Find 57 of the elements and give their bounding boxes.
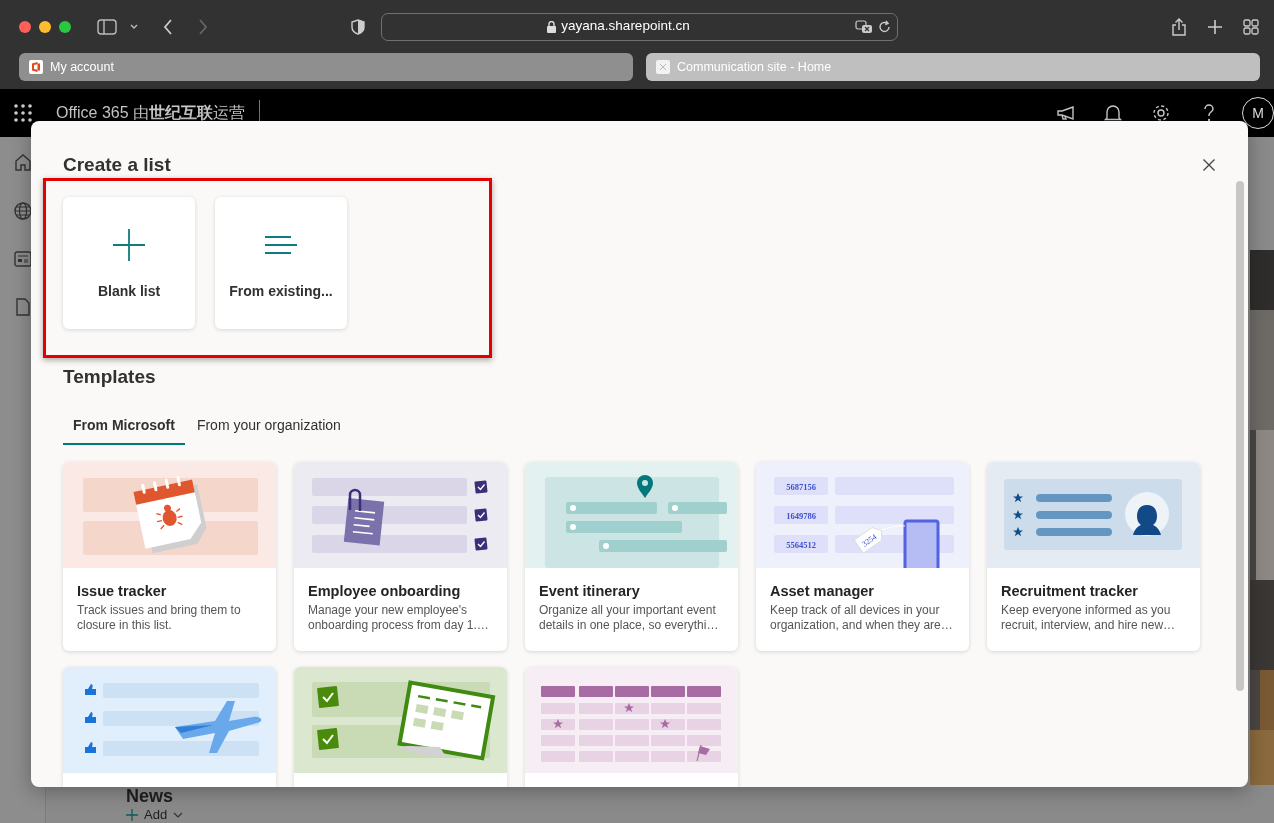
asset-number: 5564512 <box>786 540 816 550</box>
template-description: Track issues and bring them to closure in this list. <box>77 603 242 633</box>
add-button[interactable]: Add <box>126 806 1250 823</box>
chevron-down-icon <box>173 811 184 818</box>
template-title: Recruitment tracker <box>1001 582 1139 600</box>
template-title: Employee onboarding <box>308 582 462 600</box>
template-description: Organize all your important event details in one place, so everythi… <box>539 603 720 633</box>
template-card[interactable]: Employee onboarding Manage your new employee's onboarding process from day 1.… <box>294 462 507 651</box>
megaphone-icon[interactable] <box>1056 105 1076 121</box>
tag-number: 3254 <box>860 532 879 549</box>
document-icon[interactable] <box>15 298 30 316</box>
tab[interactable]: From your organization <box>186 407 351 445</box>
dialog-title: Create a list <box>63 153 172 177</box>
settings-icon[interactable] <box>1151 103 1171 123</box>
scrollbar-thumb[interactable] <box>1236 181 1244 691</box>
app-launcher-icon[interactable] <box>14 104 32 122</box>
template-title: Asset manager <box>770 582 875 600</box>
section-heading: Templates <box>63 366 157 388</box>
create-option-card[interactable]: From existing... <box>215 197 347 329</box>
shield-icon[interactable] <box>351 18 365 35</box>
template-card[interactable]: Event itinerary Organize all your important event details in one place, so everythi… <box>525 462 738 651</box>
news-icon[interactable] <box>13 251 32 267</box>
asset-number: 5687156 <box>786 482 816 492</box>
brand-title: Office 365 由世纪互联运营 <box>56 103 246 123</box>
blank-page-icon <box>656 60 670 74</box>
template-description: Keep track of all devices in your organization, and when they are… <box>770 603 954 633</box>
home-icon[interactable] <box>13 153 32 171</box>
tab-overview-icon[interactable] <box>1243 18 1259 35</box>
share-icon[interactable] <box>1172 17 1186 36</box>
sidebar-icon[interactable] <box>97 18 117 35</box>
translate-icon[interactable] <box>855 19 873 34</box>
section-heading: News <box>126 786 175 806</box>
plus-icon <box>113 229 145 261</box>
window-controls-icon[interactable] <box>19 20 71 33</box>
address-text: yayana.sharepoint.cn <box>561 17 690 36</box>
asset-number: 1649786 <box>786 511 816 521</box>
template-description: Manage your new employee's onboarding process from day 1.… <box>308 603 490 633</box>
new-tab-icon[interactable] <box>1208 19 1222 34</box>
template-card[interactable]: Issue tracker Track issues and bring them to closure in this list. <box>63 462 276 651</box>
template-card[interactable]: Recruitment tracker Keep everyone informed as you recruit, interview, and hire new… <box>987 462 1200 651</box>
lock-icon <box>547 20 557 33</box>
bell-icon[interactable] <box>1103 103 1123 123</box>
lines-icon <box>265 235 297 255</box>
office-logo-icon <box>29 60 43 74</box>
plus-icon <box>126 808 138 821</box>
template-title: Event itinerary <box>539 582 641 600</box>
template-title: Issue tracker <box>77 582 168 600</box>
chevron-down-icon[interactable] <box>130 24 138 29</box>
template-card[interactable]: 5687156 1649786 5564512 3254 Asset manager Keep track of all devices in your organization, and when they are… <box>756 462 969 651</box>
globe-icon[interactable] <box>13 202 32 220</box>
address-field[interactable]: yayana.sharepoint.cn <box>381 12 898 41</box>
close-icon[interactable] <box>1203 159 1215 171</box>
create-option-card[interactable]: Blank list <box>63 197 195 329</box>
tab[interactable]: From Microsoft <box>63 407 185 445</box>
template-description: Keep everyone informed as you recruit, interview, and hire new… <box>1001 603 1177 633</box>
back-icon[interactable] <box>163 18 173 35</box>
reload-icon[interactable] <box>878 19 891 34</box>
